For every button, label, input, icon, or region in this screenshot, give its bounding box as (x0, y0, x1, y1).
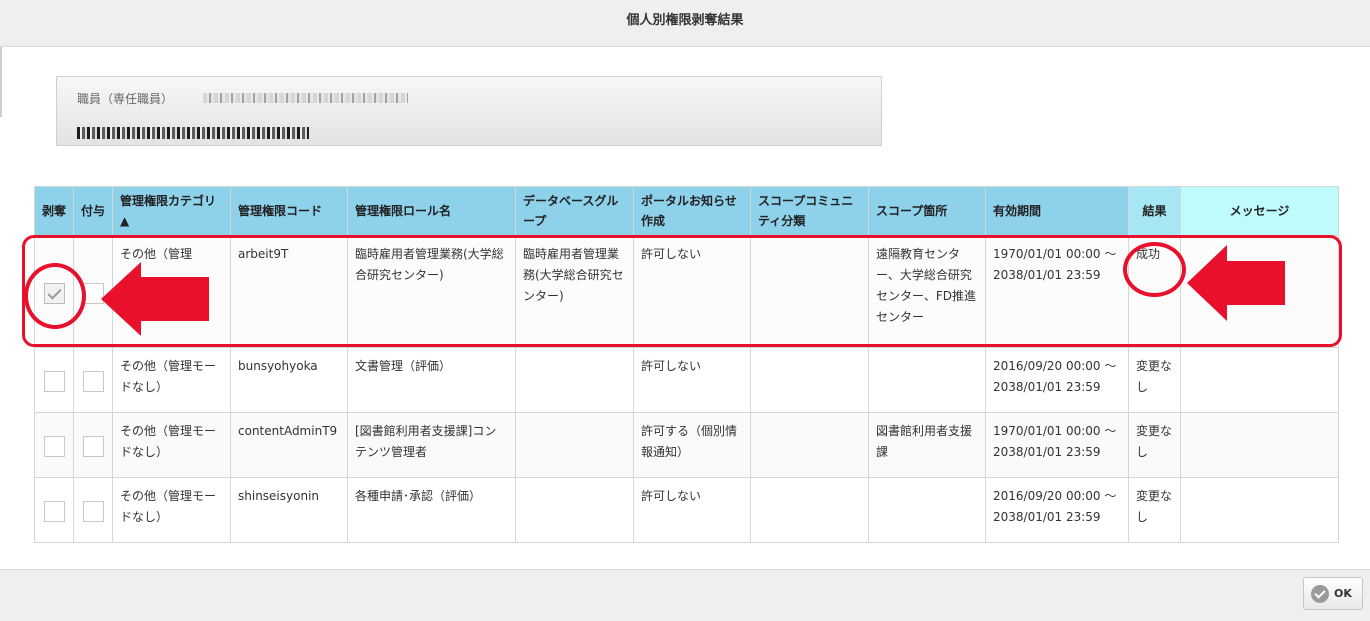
category-cell: その他（管理 (112, 235, 231, 348)
db-group-cell (515, 347, 634, 413)
result-cell: 変更なし (1128, 412, 1181, 478)
header-role[interactable]: 管理権限ロール名 (347, 186, 516, 236)
table-row: その他（管理モードなし） contentAdminT9 [図書館利用者支援課]コ… (34, 412, 1339, 478)
portal-cell: 許可しない (633, 235, 751, 348)
header-message[interactable]: メッセージ (1180, 186, 1339, 236)
redacted-employee-name (203, 93, 408, 103)
grant-checkbox[interactable] (83, 283, 104, 304)
header-category[interactable]: 管理権限カテゴリ▲ (112, 186, 231, 236)
grant-cell (73, 477, 113, 543)
portal-cell: 許可する（個別情報通知） (633, 412, 751, 478)
scope-place-cell (868, 477, 986, 543)
grant-checkbox[interactable] (83, 436, 104, 457)
message-cell (1180, 477, 1339, 543)
role-cell: 各種申請･承認（評価） (347, 477, 516, 543)
header-scope-place[interactable]: スコープ箇所 (868, 186, 986, 236)
result-cell: 変更なし (1128, 347, 1181, 413)
left-edge-divider (0, 47, 2, 117)
revoke-checkbox[interactable] (44, 436, 65, 457)
scope-place-cell (868, 347, 986, 413)
role-cell: [図書館利用者支援課]コンテンツ管理者 (347, 412, 516, 478)
portal-cell: 許可しない (633, 347, 751, 413)
permission-result-table: 剥奪 付与 管理権限カテゴリ▲ 管理権限コード 管理権限ロール名 データベースグ… (34, 186, 1339, 543)
scope-class-cell (750, 347, 869, 413)
period-cell: 1970/01/01 00:00 ～2038/01/01 23:59 (985, 412, 1129, 478)
period-cell: 2016/09/20 00:00 ～2038/01/01 23:59 (985, 477, 1129, 543)
check-circle-icon (1311, 584, 1329, 603)
header-scope-class[interactable]: スコープコミュニティ分類 (750, 186, 869, 236)
header-db-group[interactable]: データベースグループ (515, 186, 634, 236)
header-result[interactable]: 結果 (1128, 186, 1181, 236)
header-portal[interactable]: ポータルお知らせ作成 (633, 186, 751, 236)
grant-checkbox[interactable] (83, 501, 104, 522)
ok-button-label: OK (1334, 587, 1352, 600)
scope-class-cell (750, 477, 869, 543)
code-cell: bunsyohyoka (230, 347, 348, 413)
table-row: その他（管理モードなし） bunsyohyoka 文書管理（評価） 許可しない … (34, 347, 1339, 413)
scope-place-cell: 遠隔教育センター、大学総合研究センター、FD推進センター (868, 235, 986, 348)
code-cell: shinseisyonin (230, 477, 348, 543)
grant-cell (73, 235, 113, 348)
db-group-cell (515, 477, 634, 543)
table-row: その他（管理モードなし） shinseisyonin 各種申請･承認（評価） 許… (34, 477, 1339, 543)
revoke-cell (34, 235, 74, 348)
message-cell (1180, 412, 1339, 478)
db-group-cell (515, 412, 634, 478)
role-cell: 臨時雇用者管理業務(大学総合研究センター) (347, 235, 516, 348)
category-cell: その他（管理モードなし） (112, 477, 231, 543)
category-cell: その他（管理モードなし） (112, 412, 231, 478)
code-cell: contentAdminT9 (230, 412, 348, 478)
header-period[interactable]: 有効期間 (985, 186, 1129, 236)
table-header-row: 剥奪 付与 管理権限カテゴリ▲ 管理権限コード 管理権限ロール名 データベースグ… (34, 186, 1339, 236)
header-revoke[interactable]: 剥奪 (34, 186, 74, 236)
grant-cell (73, 412, 113, 478)
role-cell: 文書管理（評価） (347, 347, 516, 413)
dialog-title: 個人別権限剥奪結果 (0, 0, 1370, 47)
revoke-cell (34, 347, 74, 413)
period-cell: 2016/09/20 00:00 ～2038/01/01 23:59 (985, 347, 1129, 413)
dialog-footer (0, 569, 1370, 621)
table-row: その他（管理 arbeit9T 臨時雇用者管理業務(大学総合研究センター) 臨時… (34, 235, 1339, 348)
db-group-cell: 臨時雇用者管理業務(大学総合研究センター) (515, 235, 634, 348)
header-code[interactable]: 管理権限コード (230, 186, 348, 236)
portal-cell: 許可しない (633, 477, 751, 543)
header-grant[interactable]: 付与 (73, 186, 113, 236)
grant-cell (73, 347, 113, 413)
category-cell: その他（管理モードなし） (112, 347, 231, 413)
result-cell: 変更なし (1128, 477, 1181, 543)
revoke-cell (34, 477, 74, 543)
result-cell: 成功 (1128, 235, 1181, 348)
revoke-checkbox[interactable] (44, 501, 65, 522)
revoke-cell (34, 412, 74, 478)
ok-button[interactable]: OK (1303, 577, 1363, 610)
scope-place-cell: 図書館利用者支援課 (868, 412, 986, 478)
code-cell: arbeit9T (230, 235, 348, 348)
grant-checkbox[interactable] (83, 371, 104, 392)
employee-type-label: 職員（専任職員） (77, 92, 174, 106)
revoke-checkbox[interactable] (44, 283, 65, 304)
period-cell: 1970/01/01 00:00 ～2038/01/01 23:59 (985, 235, 1129, 348)
message-cell (1180, 347, 1339, 413)
scope-class-cell (750, 412, 869, 478)
redacted-employee-detail (77, 127, 309, 139)
revoke-checkbox[interactable] (44, 371, 65, 392)
employee-info-panel: 職員（専任職員） (56, 76, 882, 146)
message-cell (1180, 235, 1339, 348)
scope-class-cell (750, 235, 869, 348)
